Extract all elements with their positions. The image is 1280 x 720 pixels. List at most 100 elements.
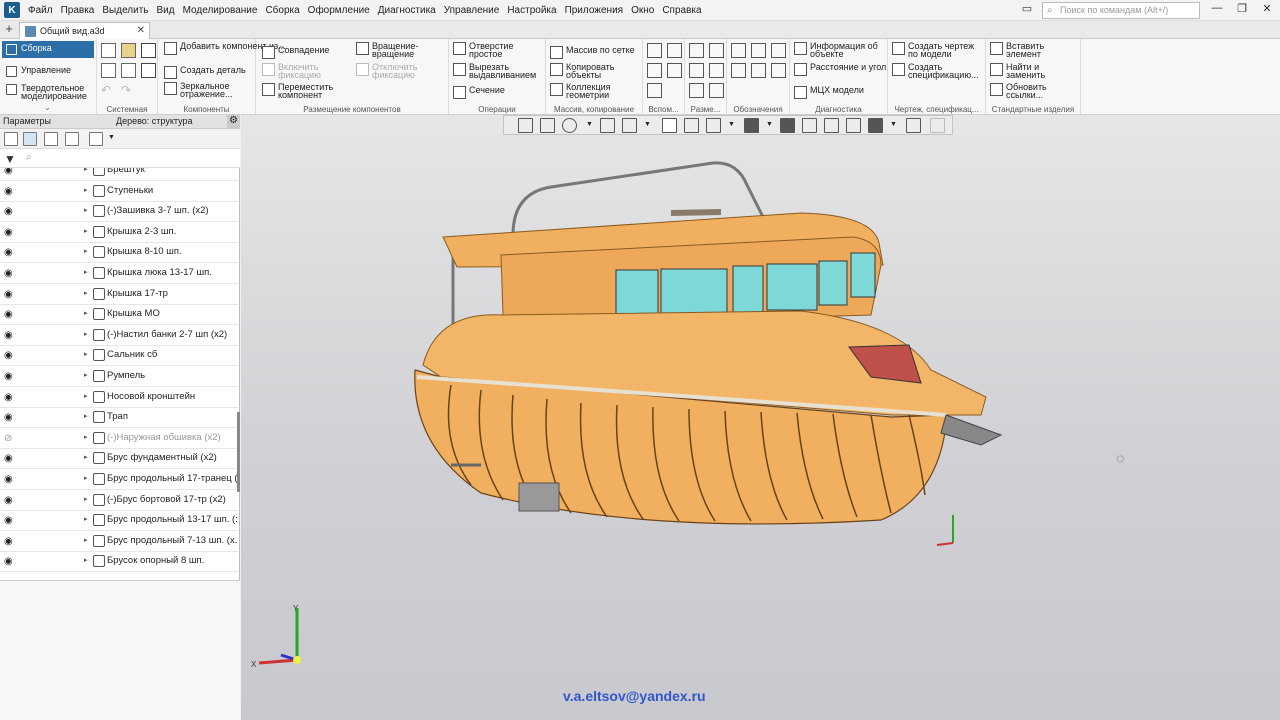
tree-row[interactable]: ◉ ▸ Ступеньки [0, 181, 238, 202]
tree-row[interactable]: ◉ ▸ Румпель [0, 366, 238, 387]
collapse-chevron-icon[interactable]: ⌄ [44, 103, 51, 112]
expand-arrow-icon[interactable]: ▸ [84, 186, 88, 194]
mark-icon[interactable] [751, 63, 766, 78]
tree-view-icon[interactable] [4, 132, 18, 146]
menu-view[interactable]: Вид [153, 5, 179, 16]
tree-row[interactable]: ◉ ▸ Брус продольный 7-13 шп. (x. [0, 531, 238, 552]
expand-arrow-icon[interactable]: ▸ [84, 330, 88, 338]
menu-apps[interactable]: Приложения [561, 5, 628, 16]
expand-arrow-icon[interactable]: ▸ [84, 350, 88, 358]
menu-help[interactable]: Справка [658, 5, 705, 16]
new-tab-icon[interactable]: + [2, 22, 16, 37]
tree-tab[interactable]: Дерево: структура [116, 116, 193, 126]
visible-eye-icon[interactable]: ◉ [4, 206, 13, 217]
structure-view-icon[interactable] [23, 132, 37, 146]
new-doc-icon[interactable] [101, 43, 116, 58]
visible-eye-icon[interactable]: ◉ [4, 371, 13, 382]
expand-arrow-icon[interactable]: ▸ [84, 453, 88, 461]
angle-dim-icon[interactable] [709, 43, 724, 58]
visible-eye-icon[interactable]: ◉ [4, 412, 13, 423]
mirror-button[interactable]: Зеркальное отражение... [162, 82, 254, 99]
mode-management[interactable]: Управление [2, 63, 94, 80]
menu-design[interactable]: Оформление [304, 5, 374, 16]
save-icon[interactable] [141, 43, 156, 58]
expand-arrow-icon[interactable]: ▸ [84, 392, 88, 400]
app-logo-icon[interactable]: K [4, 2, 20, 18]
redo-icon[interactable]: ↷ [121, 83, 136, 98]
filter-icon[interactable]: ▼ [4, 152, 16, 166]
hidden-eye-icon[interactable]: ⊘ [4, 433, 12, 444]
leader-icon[interactable] [731, 43, 746, 58]
save-as-icon[interactable] [141, 63, 156, 78]
tree-row[interactable]: ◉ ▸ Брус продольный 17-транец ( [0, 469, 238, 490]
visible-eye-icon[interactable]: ◉ [4, 227, 13, 238]
visible-eye-icon[interactable]: ◉ [4, 247, 13, 258]
layout-icon[interactable]: ▭ [1016, 2, 1038, 15]
coincide-button[interactable]: Совпадение [260, 46, 329, 59]
tree-search-icon[interactable]: ⌕ [26, 152, 32, 163]
radial-dim-icon[interactable] [689, 63, 704, 78]
tree-row[interactable]: ◉ ▸ Крышка 17-тр [0, 284, 238, 305]
menu-assembly[interactable]: Сборка [261, 5, 303, 16]
tree-row[interactable]: ⊘ ▸ (-)Наружная обшивка (x2) [0, 428, 238, 449]
tree-row[interactable]: ◉ ▸ Крышка люка 13-17 шп. [0, 263, 238, 284]
roughness-icon[interactable] [751, 43, 766, 58]
open-folder-icon[interactable] [121, 43, 136, 58]
find-replace-button[interactable]: Найти и заменить [988, 63, 1080, 80]
chain-dim-icon[interactable] [689, 83, 704, 98]
tree-row[interactable]: ◉ ▸ Брус продольный 13-17 шп. (: [0, 510, 238, 532]
visible-eye-icon[interactable]: ◉ [4, 515, 13, 526]
axis-icon[interactable] [647, 43, 662, 58]
insert-element-button[interactable]: Вставить элемент [988, 42, 1080, 59]
preview-icon[interactable] [121, 63, 136, 78]
expand-arrow-icon[interactable]: ▸ [84, 371, 88, 379]
object-info-button[interactable]: Информация об объекте [792, 42, 888, 59]
visible-eye-icon[interactable]: ◉ [4, 268, 13, 279]
expand-arrow-icon[interactable]: ▸ [84, 412, 88, 420]
tree-row[interactable]: ◉ ▸ Брусок опорный 8 шп. [0, 551, 238, 573]
visible-eye-icon[interactable]: ◉ [4, 168, 13, 176]
mcx-model-button[interactable]: МЦХ модели [792, 86, 864, 99]
update-links-button[interactable]: Обновить ссылки... [988, 83, 1080, 100]
create-part-button[interactable]: Создать деталь [162, 66, 246, 79]
grid-array-button[interactable]: Массив по сетке [548, 46, 635, 59]
expand-arrow-icon[interactable]: ▸ [84, 309, 88, 317]
minimize-icon[interactable]: — [1206, 2, 1228, 14]
base-icon[interactable] [771, 43, 786, 58]
visible-eye-icon[interactable]: ◉ [4, 556, 13, 567]
tree-row[interactable]: ◉ ▸ Трап [0, 407, 238, 429]
menu-file[interactable]: Файл [24, 5, 57, 16]
command-search-input[interactable]: ⌕ Поиск по командам (Alt+/) [1042, 2, 1200, 19]
visible-eye-icon[interactable]: ◉ [4, 495, 13, 506]
expand-arrow-icon[interactable]: ▸ [84, 268, 88, 276]
menu-window[interactable]: Окно [627, 5, 658, 16]
move-component-button[interactable]: Переместить компонент [260, 83, 350, 100]
distance-angle-button[interactable]: Расстояние и угол [792, 63, 888, 76]
plane-icon[interactable] [667, 43, 682, 58]
cs-icon[interactable] [667, 63, 682, 78]
tolerance-icon[interactable] [731, 63, 746, 78]
tree-row[interactable]: ◉ ▸ Брештук [0, 168, 238, 181]
tree-scrollbar[interactable] [237, 412, 240, 492]
enable-fix-button[interactable]: Включить фиксацию [260, 63, 340, 80]
components-view-icon[interactable] [44, 132, 58, 146]
3d-viewport[interactable]: ▼ ▼ ▼ ▼ ▼ Y X ◌ v.a.eltsov@yandex.ru [241, 115, 1280, 720]
disable-fix-button[interactable]: Отключить фиксацию [354, 63, 434, 80]
menu-select[interactable]: Выделить [98, 5, 152, 16]
menu-modeling[interactable]: Моделирование [179, 5, 262, 16]
tree-row[interactable]: ◉ ▸ Сальник сб [0, 345, 238, 367]
line-icon[interactable] [647, 83, 662, 98]
linear-dim-icon[interactable] [689, 43, 704, 58]
simple-hole-button[interactable]: Отверстие простое [451, 42, 545, 59]
section-button[interactable]: Сечение [451, 86, 505, 99]
expand-arrow-icon[interactable]: ▸ [84, 227, 88, 235]
tree-row[interactable]: ◉ ▸ Брус фундаментный (x2) [0, 448, 238, 470]
visible-eye-icon[interactable]: ◉ [4, 330, 13, 341]
expand-arrow-icon[interactable]: ▸ [84, 247, 88, 255]
visible-eye-icon[interactable]: ◉ [4, 309, 13, 320]
expand-arrow-icon[interactable]: ▸ [84, 168, 88, 173]
tree-row[interactable]: ◉ ▸ Носовой кронштейн [0, 387, 238, 408]
tree-row[interactable]: ◉ ▸ (-)Зашивка 3-7 шп. (x2) [0, 201, 238, 223]
expand-arrow-icon[interactable]: ▸ [84, 536, 88, 544]
close-tab-icon[interactable]: ✕ [137, 25, 145, 36]
